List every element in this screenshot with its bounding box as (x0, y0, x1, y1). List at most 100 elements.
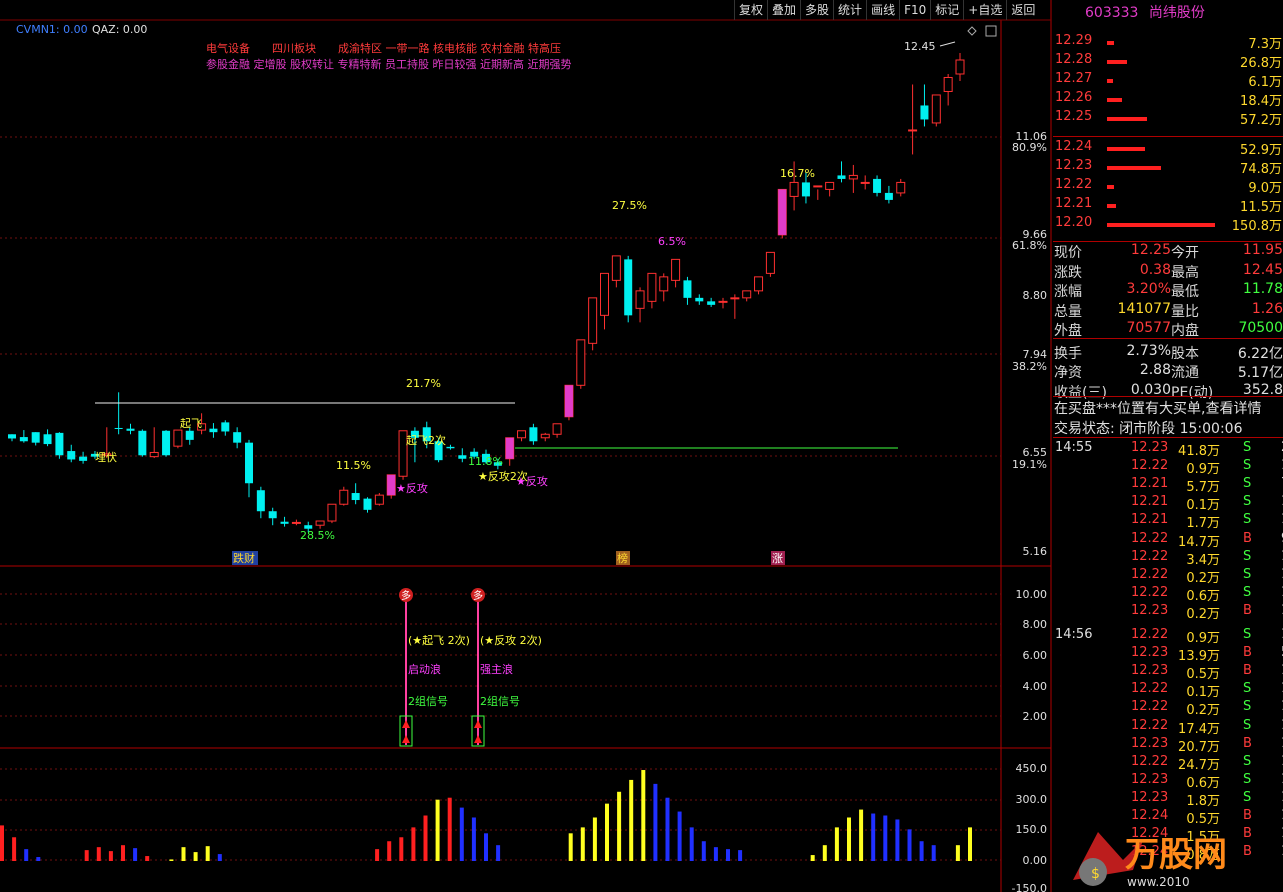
tick-price: 12.22 (1131, 566, 1169, 582)
candle-body (707, 301, 716, 305)
quote-label: 涨跌 (1054, 264, 1082, 281)
svg-text:$: $ (1091, 866, 1100, 882)
tick-side: S (1243, 699, 1252, 715)
candle-body (896, 181, 906, 194)
orderbook-row[interactable]: 12.24 52.9万 (1053, 139, 1283, 158)
toolbar-button-3[interactable]: 统计 (833, 0, 866, 20)
tick-row: 12.215.7万S7 (1053, 476, 1283, 495)
tick-side: S (1243, 753, 1252, 769)
toolbar-button-2[interactable]: 多股 (800, 0, 833, 20)
volume-bar (665, 797, 670, 861)
indicator-value: CVMN1: 0.00 (16, 23, 88, 36)
price-annotation: 埋伏 (95, 450, 117, 464)
volume-bar (471, 817, 476, 861)
candle-body (162, 430, 171, 456)
orderbook-row[interactable]: 12.21 11.5万 (1053, 196, 1283, 215)
orderbook-row[interactable]: 12.23 74.8万 (1053, 158, 1283, 177)
orderbook-row[interactable]: 12.29 7.3万 (1053, 33, 1283, 52)
volume-bar (375, 849, 380, 861)
candle-body (138, 430, 147, 456)
tick-row: 12.220.2万S1 (1053, 699, 1283, 718)
volume-bar (726, 849, 730, 861)
orderbook-row[interactable]: 12.28 26.8万 (1053, 52, 1283, 71)
volume-bar (108, 851, 113, 861)
candle-body (209, 428, 218, 433)
volume-bar (411, 827, 416, 861)
volume-bar (834, 827, 839, 861)
price-axis-label: 61.8% (1012, 239, 1047, 252)
orderbook-row[interactable]: 12.20 150.8万 (1053, 215, 1283, 234)
quote-row: 总量 141077 量比 1.26 (1053, 301, 1283, 320)
candle-body (245, 442, 253, 484)
kline-chart[interactable]: CVMN1: 0.00 QAZ: 0.00 电气设备 四川板块 成渝特区 一带一路 … (0, 0, 1052, 892)
volume-bar (484, 833, 488, 861)
tick-time: 14:56 (1055, 627, 1093, 642)
tick-row: 12.2320.7万B1 (1053, 736, 1283, 755)
orderbook-row[interactable]: 12.27 6.1万 (1053, 71, 1283, 90)
tick-price: 12.22 (1131, 627, 1169, 642)
toolbar-button-5[interactable]: F10 (899, 0, 930, 20)
volume-bar (399, 837, 404, 861)
toolbar-button-7[interactable]: +自选 (963, 0, 1006, 20)
candle-body (955, 59, 965, 75)
volume-bar (810, 855, 815, 861)
quote-value: 11.95 (1242, 242, 1283, 258)
candle-body (837, 175, 846, 179)
orderbook-volume: 9.0万 (1248, 181, 1282, 196)
tick-row: 12.230.6万S1 (1053, 772, 1283, 791)
concept-tags-2: 参股金融 定增股 股权转让 专精特新 员工持股 昨日较强 近期新高 近期强势 (206, 57, 571, 71)
tick-volume: 0.2万 (1186, 570, 1220, 586)
volume-bar (653, 783, 658, 861)
volume-bar (133, 848, 138, 861)
big-order-notice[interactable]: 在买盘***位置有大买单,查看详情 (1054, 398, 1261, 418)
volume-bar (181, 847, 186, 861)
quote-value: 2.88 (1139, 362, 1171, 378)
toolbar-button-0[interactable]: 复权 (734, 0, 767, 20)
quote-row: 涨幅 3.20% 最低 11.78 (1053, 281, 1283, 300)
orderbook-row[interactable]: 12.22 9.0万 (1053, 177, 1283, 196)
tick-side: S (1243, 512, 1252, 528)
orderbook-volume: 7.3万 (1248, 37, 1282, 52)
price-annotation: 16.7% (780, 167, 815, 180)
separator (1053, 437, 1283, 438)
orderbook-volume: 57.2万 (1240, 113, 1282, 128)
candle-body (374, 494, 384, 505)
tick-price: 12.23 (1131, 602, 1169, 618)
up-arrow-icon (402, 735, 410, 743)
volume-bar (847, 817, 851, 861)
stock-code: 603333 (1085, 5, 1139, 21)
orderbook-row[interactable]: 12.26 18.4万 (1053, 90, 1283, 109)
orderbook-volume: 74.8万 (1240, 162, 1282, 177)
volume-bar (84, 850, 89, 861)
candle-body (754, 276, 764, 292)
toolbar-button-8[interactable]: 返回 (1006, 0, 1039, 20)
volume-bar (713, 847, 718, 861)
orderbook-row[interactable]: 12.25 57.2万 (1053, 109, 1283, 128)
tick-price: 12.22 (1131, 753, 1169, 769)
toolbar-button-4[interactable]: 画线 (866, 0, 899, 20)
price-annotation: 6.5% (658, 235, 686, 248)
tick-side: S (1243, 681, 1252, 697)
quote-value: 2.73% (1126, 342, 1171, 359)
candle-body (624, 259, 633, 316)
volume-bar (931, 845, 936, 861)
candle-body (611, 255, 621, 281)
orderbook-bar (1107, 41, 1114, 45)
candle-body (635, 290, 645, 309)
toolbar-button-6[interactable]: 标记 (930, 0, 963, 20)
price-axis-label: 5.16 (1023, 545, 1048, 558)
separator (1053, 396, 1283, 397)
price-annotation: 12.45 (904, 40, 936, 53)
tick-volume: 14.7万 (1178, 534, 1220, 550)
volume-bar (701, 841, 706, 861)
volume-bar (617, 791, 622, 861)
tick-side: B (1243, 663, 1252, 679)
candle-body (576, 339, 586, 386)
volume-bar (871, 813, 876, 861)
tick-volume: 41.8万 (1178, 444, 1220, 459)
toolbar-button-1[interactable]: 叠加 (767, 0, 800, 20)
orderbook-price: 12.21 (1055, 196, 1093, 211)
signal-text: 2组信号 (480, 694, 520, 708)
candle-body (943, 76, 953, 92)
orderbook-bar (1107, 223, 1215, 227)
